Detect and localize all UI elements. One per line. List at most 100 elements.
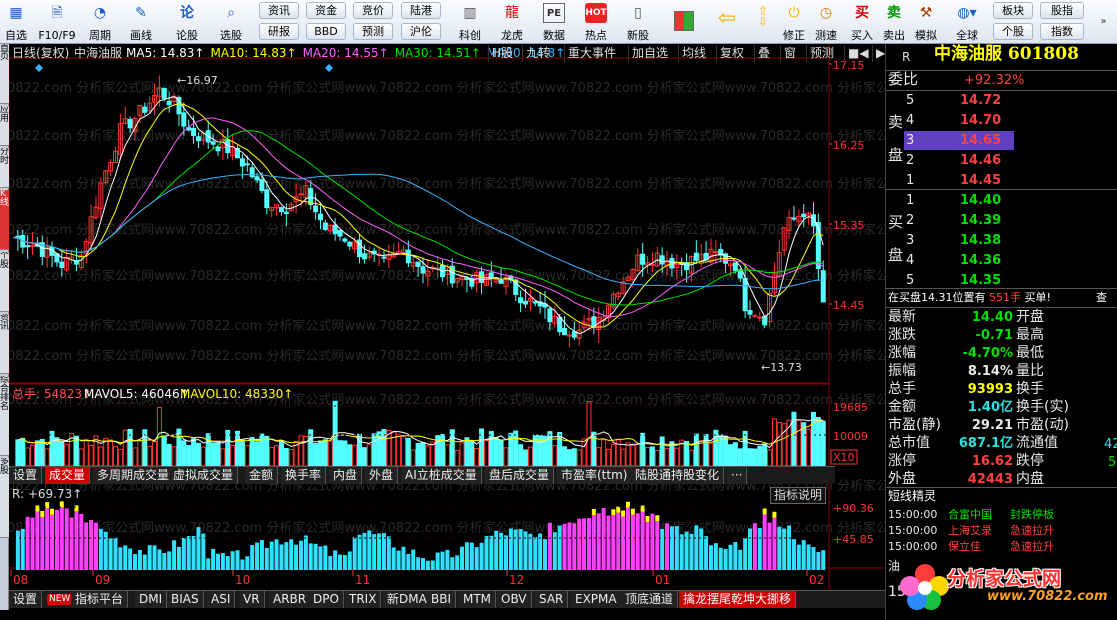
bbd-button[interactable]: BBD	[306, 23, 346, 40]
left-tab-timeshare[interactable]: 分时	[0, 148, 9, 188]
volume-tab[interactable]: 盘后成交量	[485, 467, 555, 484]
index-button[interactable]: 指数	[1040, 23, 1084, 40]
toolbar-global-button[interactable]: ◍▾ 全球	[946, 0, 988, 44]
indicator-tab[interactable]: 新DMA	[383, 591, 432, 608]
indicator-tab[interactable]: DPO	[309, 591, 344, 608]
toolbar-ipo-button[interactable]: ▯ 新股	[617, 0, 659, 44]
event-marker-icon[interactable]	[325, 64, 333, 72]
toolbar-hot-button[interactable]: HOT 热点	[575, 0, 617, 44]
left-tab-multistock[interactable]: 多股	[0, 458, 9, 538]
indicator-tab[interactable]: VR	[239, 591, 265, 608]
toolbar-f10-button[interactable]: 🗎 F10/F9	[32, 0, 82, 44]
toolbar-data-button[interactable]: PE 数据	[533, 0, 575, 44]
toolbar-color-button[interactable]	[664, 0, 704, 44]
order-book-row[interactable]: 5 14.72	[904, 91, 1014, 110]
volume-tab[interactable]: ···	[727, 467, 748, 484]
toolbar-updown-button[interactable]: ⇧ ⇩	[748, 0, 778, 44]
order-book-row[interactable]: 1 14.40	[904, 191, 1014, 210]
toolbar-forum-button[interactable]: 论 论股	[166, 0, 208, 44]
left-tab-news[interactable]: 资讯	[0, 314, 9, 374]
indicator-tab[interactable]: TRIX	[345, 591, 382, 608]
order-book-row[interactable]: 3 14.65	[904, 131, 1014, 150]
left-tab-ranking[interactable]: 综合排名	[0, 376, 9, 456]
indicator-tab[interactable]: BIAS	[167, 591, 204, 608]
order-notice[interactable]: 在买盘14.31位置有 551手 买单!	[888, 289, 1051, 306]
volume-tab[interactable]: 换手率	[281, 467, 327, 484]
order-book-row[interactable]: 2 14.46	[904, 151, 1014, 170]
kline-chart-area[interactable]: 0822.com 分析家公式网www.70822.com 分析家公式网www.7…	[9, 44, 885, 620]
hk-connect-button[interactable]: 陆港	[401, 2, 441, 19]
toolbar-draw-button[interactable]: ✎ 画线	[120, 0, 162, 44]
order-book-row[interactable]: 4 14.36	[904, 251, 1014, 270]
volume-tab[interactable]: 设置	[9, 467, 43, 484]
toolbar-more-button[interactable]: »	[1090, 0, 1117, 44]
indicator-tab[interactable]: 擒龙摆尾乾坤大挪移	[679, 591, 797, 608]
chart-header-button[interactable]: 窗	[780, 45, 799, 62]
event-marker-icon[interactable]	[35, 64, 43, 72]
toolbar-screener-button[interactable]: ⌕ 选股	[210, 0, 252, 44]
indicator-tab[interactable]: SAR	[535, 591, 569, 608]
forecast-button[interactable]: 预测	[353, 23, 393, 40]
chart-header-button[interactable]: 叠	[754, 45, 773, 62]
toolbar-speed-button[interactable]: ◷ 测速	[810, 0, 842, 44]
indicator-tab[interactable]: 设置	[9, 591, 43, 608]
volume-tab[interactable]: 市盈率(ttm)	[557, 467, 633, 484]
left-tab-apps[interactable]: 应用	[0, 106, 9, 146]
chart-header-button[interactable]: H股	[488, 45, 516, 62]
indicator-tab[interactable]: OBV	[497, 591, 532, 608]
order-book-row[interactable]: 1 14.45	[904, 171, 1014, 190]
chart-header-button[interactable]: 预测	[806, 45, 837, 62]
chart-header-button[interactable]: 加自选	[628, 45, 671, 62]
chart-header-button[interactable]: ■◀	[844, 45, 872, 62]
chart-header-button[interactable]: 九转	[522, 45, 553, 62]
sector-button[interactable]: 板块	[993, 2, 1033, 19]
indicator-tab[interactable]: ASI	[207, 591, 236, 608]
toolbar-period-button[interactable]: ◔ 周期	[82, 0, 118, 44]
volume-tab[interactable]: AI立桩成交量	[401, 467, 482, 484]
volume-tab[interactable]: 多周期成交量	[93, 467, 175, 484]
volume-tab[interactable]: 内盘	[329, 467, 363, 484]
toolbar-simulate-button[interactable]: ⚒ 模拟	[910, 0, 942, 44]
elf-stock[interactable]: 上海艾录	[948, 522, 992, 539]
london-connect-button[interactable]: 沪伦	[401, 23, 441, 40]
volume-tab[interactable]: 成交量	[45, 467, 91, 484]
indicator-explain-button[interactable]: 指标说明	[770, 487, 827, 504]
chart-header-button[interactable]: 重大事件	[564, 45, 619, 62]
research-button[interactable]: 研报	[259, 23, 299, 40]
toolbar-buy-button[interactable]: 买 买入	[846, 0, 878, 44]
news-button[interactable]: 资讯	[259, 2, 299, 19]
left-tab-kline[interactable]: K线	[0, 190, 9, 250]
volume-tab[interactable]: 陆股通持股变化	[631, 467, 725, 484]
stock-button[interactable]: 个股	[993, 23, 1033, 40]
indicator-tab[interactable]: ARBR	[269, 591, 312, 608]
futures-button[interactable]: 股指	[1040, 2, 1084, 19]
elf-stock[interactable]: 合富中国	[948, 506, 992, 523]
left-tab-stock[interactable]: 个股	[0, 252, 9, 312]
toolbar-star-button[interactable]: ▥ 科创	[449, 0, 491, 44]
indicator-tab[interactable]: EXPMA	[571, 591, 622, 608]
toolbar-back-button[interactable]: ⇦	[706, 0, 748, 44]
indicator-tab[interactable]: 顶底通道	[621, 591, 679, 608]
short-term-elf-title[interactable]: 短线精灵	[888, 488, 936, 505]
order-book-row[interactable]: 4 14.70	[904, 111, 1014, 130]
toolbar-fix-button[interactable]: ⏻ 修正	[778, 0, 810, 44]
order-book-row[interactable]: 2 14.39	[904, 211, 1014, 230]
auction-button[interactable]: 竞价	[353, 2, 393, 19]
indicator-tab[interactable]: 指标平台	[71, 591, 129, 608]
toolbar-dragon-button[interactable]: 龍 龙虎	[491, 0, 533, 44]
notice-check-button[interactable]: 查	[1096, 289, 1107, 306]
indicator-tab[interactable]: DMI	[135, 591, 168, 608]
toolbar-watchlist-button[interactable]: ▦ 自选	[0, 0, 32, 44]
order-book-row[interactable]: 3 14.38	[904, 231, 1014, 250]
indicator-tab[interactable]: BBI	[427, 591, 457, 608]
volume-tab[interactable]: 金额	[245, 467, 279, 484]
fund-button[interactable]: 资金	[306, 2, 346, 19]
left-tab-home[interactable]: 首页	[0, 44, 9, 104]
volume-tab[interactable]: 外盘	[365, 467, 399, 484]
chart-header-button[interactable]: 复权	[716, 45, 747, 62]
toolbar-sell-button[interactable]: 卖 卖出	[878, 0, 910, 44]
volume-tab[interactable]: 虚拟成交量	[169, 467, 239, 484]
chart-header-button[interactable]: 均线	[678, 45, 709, 62]
indicator-tab[interactable]: MTM	[459, 591, 497, 608]
elf-stock[interactable]: 保立佳	[948, 538, 981, 555]
